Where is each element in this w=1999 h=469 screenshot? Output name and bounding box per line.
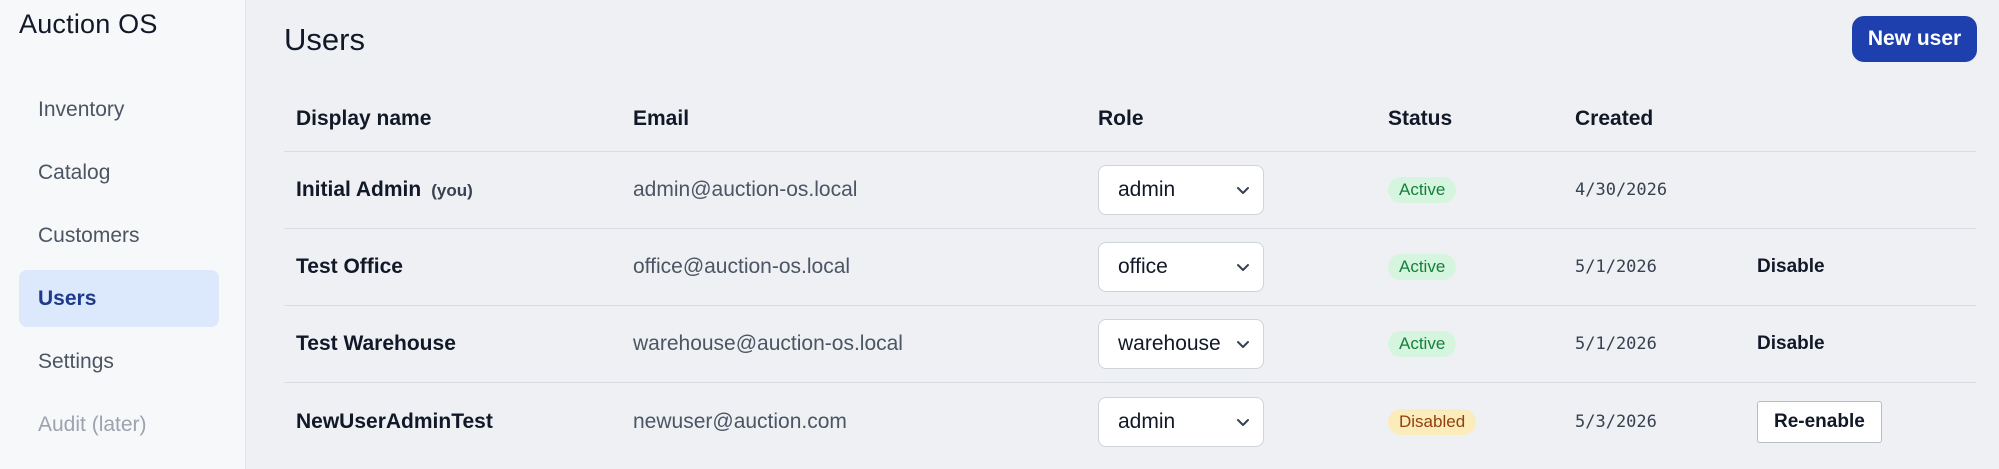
user-name-cell: Initial Admin (you) [284,178,621,202]
page-title: Users [284,22,365,57]
app-window: Auction OS Inventory Catalog Customers U… [0,0,1999,469]
user-email: newuser@auction.com [633,409,847,433]
user-name-cell: Test Office [284,255,621,279]
role-select[interactable]: admin [1098,165,1264,215]
sidebar-item-users[interactable]: Users [19,270,219,327]
sidebar-nav: Inventory Catalog Customers Users Settin… [19,81,219,459]
status-cell: Active [1376,331,1563,357]
status-cell: Active [1376,254,1563,280]
user-name-cell: NewUserAdminTest [284,410,621,434]
role-cell: warehouse [1086,319,1376,369]
re-enable-button[interactable]: Re-enable [1757,400,1882,443]
role-select[interactable]: warehouse [1098,319,1264,369]
user-name-cell: Test Warehouse [284,332,621,356]
table-header-row: Display name Email Role Status Created [284,86,1976,152]
user-display-name: Test Warehouse [296,332,456,355]
column-header-status: Status [1388,106,1453,130]
users-table: Display name Email Role Status Created I… [284,86,1976,460]
table-row: Initial Admin (you) admin@auction-os.loca… [284,152,1976,229]
role-select-value: office [1118,255,1168,278]
status-badge: Active [1388,254,1457,280]
created-date: 5/1/2026 [1575,257,1657,277]
column-header-role: Role [1098,106,1144,130]
chevron-down-icon [1235,259,1251,275]
user-email: admin@auction-os.local [633,178,858,201]
sidebar-item-inventory[interactable]: Inventory [19,81,219,138]
chevron-down-icon [1235,182,1251,198]
role-select-value: admin [1118,409,1176,433]
main-content: Users New user Display name Email Role S… [246,0,1999,469]
user-email: office@auction-os.local [633,255,851,278]
disable-button[interactable]: Disable [1757,256,1825,278]
table-row: Test Warehouse warehouse@auction-os.loca… [284,306,1976,383]
chevron-down-icon [1235,336,1251,352]
role-cell: admin [1086,165,1376,215]
sidebar-item-catalog[interactable]: Catalog [19,144,219,201]
role-select-value: admin [1118,178,1176,201]
role-select[interactable]: office [1098,242,1264,292]
column-header-display-name: Display name [296,106,432,130]
table-row: Test Office office@auction-os.local offi… [284,229,1976,306]
disable-button[interactable]: Disable [1757,333,1825,355]
new-user-button[interactable]: New user [1852,16,1977,62]
sidebar-item-customers[interactable]: Customers [19,207,219,264]
column-header-created: Created [1575,106,1654,130]
status-cell: Active [1376,177,1563,203]
status-badge: Active [1388,331,1457,357]
action-cell: Re-enable [1745,400,1976,443]
status-badge: Disabled [1388,408,1477,435]
action-cell: Disable [1745,256,1976,278]
you-indicator: (you) [431,181,473,200]
created-date: 4/30/2026 [1575,180,1668,200]
status-cell: Disabled [1376,408,1563,435]
role-cell: admin [1086,396,1376,447]
table-row: NewUserAdminTest newuser@auction.com adm… [284,383,1976,460]
user-display-name: Test Office [296,255,403,278]
status-badge: Active [1388,177,1457,203]
brand-title: Auction OS [19,9,158,39]
action-cell: Disable [1745,333,1976,355]
role-select-value: warehouse [1118,332,1221,355]
chevron-down-icon [1235,414,1251,430]
role-select[interactable]: admin [1098,396,1264,447]
sidebar: Auction OS Inventory Catalog Customers U… [0,0,246,469]
sidebar-item-audit: Audit (later) [38,412,147,436]
user-display-name: NewUserAdminTest [296,409,493,433]
user-email: warehouse@auction-os.local [633,332,903,355]
created-date: 5/3/2026 [1575,411,1657,432]
created-date: 5/1/2026 [1575,334,1657,354]
role-cell: office [1086,242,1376,292]
column-header-email: Email [633,106,690,130]
user-display-name: Initial Admin [296,178,422,201]
sidebar-item-settings[interactable]: Settings [19,333,219,390]
